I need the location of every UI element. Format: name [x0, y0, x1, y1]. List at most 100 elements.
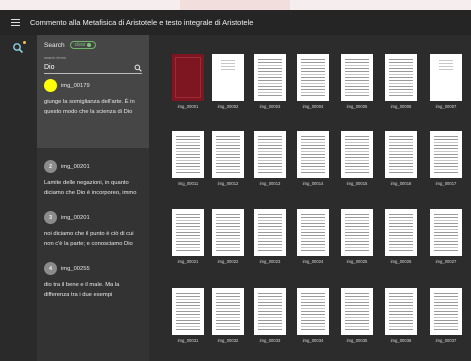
- page-text-line: [301, 92, 325, 93]
- page-text-line: [389, 238, 413, 239]
- result-snippet: giunge la somiglianza dell'arte. È in qu…: [44, 99, 135, 115]
- page-thumbnail[interactable]: [341, 288, 373, 335]
- menu-button[interactable]: [0, 10, 30, 35]
- page-text-line: [345, 238, 369, 239]
- search-input[interactable]: Dio: [44, 62, 142, 74]
- page-thumbnail[interactable]: [430, 288, 462, 335]
- page-thumbnail[interactable]: [172, 288, 204, 335]
- page-text-line: [258, 166, 282, 167]
- page-text-line: [258, 59, 282, 60]
- page-text-line: [258, 244, 282, 245]
- page-text-line: [345, 305, 369, 306]
- page-text-line: [389, 148, 413, 149]
- page-text-line: [258, 311, 282, 312]
- page-thumbnail-label: img_00035: [346, 338, 368, 343]
- page-text-line: [258, 89, 282, 90]
- search-result[interactable]: 2 img_00201 Lamite delle negazioni, in q…: [37, 159, 149, 198]
- page-thumbnail[interactable]: [385, 209, 417, 256]
- page-text-line: [258, 145, 282, 146]
- page-thumbnail[interactable]: [172, 209, 204, 256]
- page-text-line: [434, 139, 458, 140]
- page-thumbnail-label: img_00001: [177, 104, 199, 109]
- page-text-line: [176, 163, 200, 164]
- page-text-line: [216, 302, 240, 303]
- page-text-line: [176, 226, 200, 227]
- page-thumbnail[interactable]: [341, 54, 373, 101]
- page-thumbnail[interactable]: [385, 54, 417, 101]
- page-thumbnail[interactable]: [385, 131, 417, 178]
- page-thumbnail[interactable]: [341, 131, 373, 178]
- page-text-line: [301, 71, 325, 72]
- page-text-line: [301, 302, 325, 303]
- page-text-line: [301, 62, 325, 63]
- page-thumbnail[interactable]: [430, 54, 462, 101]
- result-image-name: img_00201: [61, 163, 90, 170]
- page-text-line: [345, 163, 369, 164]
- page-text-line: [389, 217, 413, 218]
- page-text-line: [301, 329, 325, 330]
- page-thumbnail-label: img_00007: [435, 104, 457, 109]
- page-text-line: [301, 238, 325, 239]
- page-thumbnail-label: img_00023: [259, 259, 281, 264]
- page-text-line: [216, 241, 240, 242]
- search-submit-icon[interactable]: [134, 64, 142, 72]
- page-text-line: [345, 77, 369, 78]
- page-thumbnail[interactable]: [430, 209, 462, 256]
- page-thumbnail[interactable]: [212, 209, 244, 256]
- page-thumbnail[interactable]: [254, 131, 286, 178]
- clear-chip[interactable]: clear: [69, 41, 97, 49]
- page-text-line: [389, 250, 413, 251]
- page-text-line: [345, 92, 369, 93]
- page-text-line: [258, 139, 282, 140]
- page-thumbnail[interactable]: [254, 288, 286, 335]
- page-text-line: [389, 169, 413, 170]
- page-text-line: [434, 293, 458, 294]
- page-text-line: [221, 66, 235, 67]
- page-thumbnail[interactable]: [430, 131, 462, 178]
- page-thumbnail[interactable]: [212, 288, 244, 335]
- search-icon[interactable]: [12, 42, 24, 54]
- page-thumbnail[interactable]: [297, 54, 329, 101]
- search-input-value: Dio: [44, 64, 55, 71]
- search-result[interactable]: img_00179 giunge la somiglianza dell'art…: [44, 78, 142, 117]
- page-text-line: [345, 329, 369, 330]
- page-text-line: [258, 299, 282, 300]
- page-thumbnail-label: img_00011: [177, 181, 199, 186]
- page-text-line: [301, 241, 325, 242]
- search-result[interactable]: 3 img_00201 noi diciamo che il punto è c…: [37, 210, 149, 249]
- page-text-line: [216, 226, 240, 227]
- page-thumbnail[interactable]: [254, 54, 286, 101]
- page-thumbnail[interactable]: [385, 288, 417, 335]
- page-thumbnail[interactable]: [212, 54, 244, 101]
- page-text-line: [301, 323, 325, 324]
- page-text-line: [345, 136, 369, 137]
- search-panel: Search clear search terms Dio img_00179: [37, 35, 149, 361]
- page-thumbnail[interactable]: [212, 131, 244, 178]
- page-text-line: [345, 62, 369, 63]
- search-result[interactable]: 4 img_00255 dio tra il bene e il male. M…: [37, 261, 149, 300]
- page-text-line: [439, 60, 453, 61]
- page-text-line: [216, 329, 240, 330]
- page-text-line: [301, 226, 325, 227]
- page-text-line: [434, 148, 458, 149]
- page-thumbnail[interactable]: [172, 54, 204, 101]
- page-thumbnail[interactable]: [254, 209, 286, 256]
- page-thumbnail[interactable]: [172, 131, 204, 178]
- page-text-line: [389, 74, 413, 75]
- page-thumbnail[interactable]: [297, 209, 329, 256]
- page-text-line: [434, 214, 458, 215]
- page-text-line: [389, 151, 413, 152]
- result-snippet: Lamite delle negazioni, in quanto diciam…: [44, 180, 137, 196]
- page-thumbnail[interactable]: [341, 209, 373, 256]
- page-text-line: [345, 160, 369, 161]
- page-text-line: [258, 74, 282, 75]
- page-text-line: [434, 308, 458, 309]
- page-text-line: [389, 232, 413, 233]
- page-thumbnail[interactable]: [297, 288, 329, 335]
- page-text-line: [389, 329, 413, 330]
- page-text-line: [216, 148, 240, 149]
- page-thumbnail[interactable]: [297, 131, 329, 178]
- page-text-line: [258, 148, 282, 149]
- result-badge: [44, 79, 57, 92]
- page-text-line: [258, 323, 282, 324]
